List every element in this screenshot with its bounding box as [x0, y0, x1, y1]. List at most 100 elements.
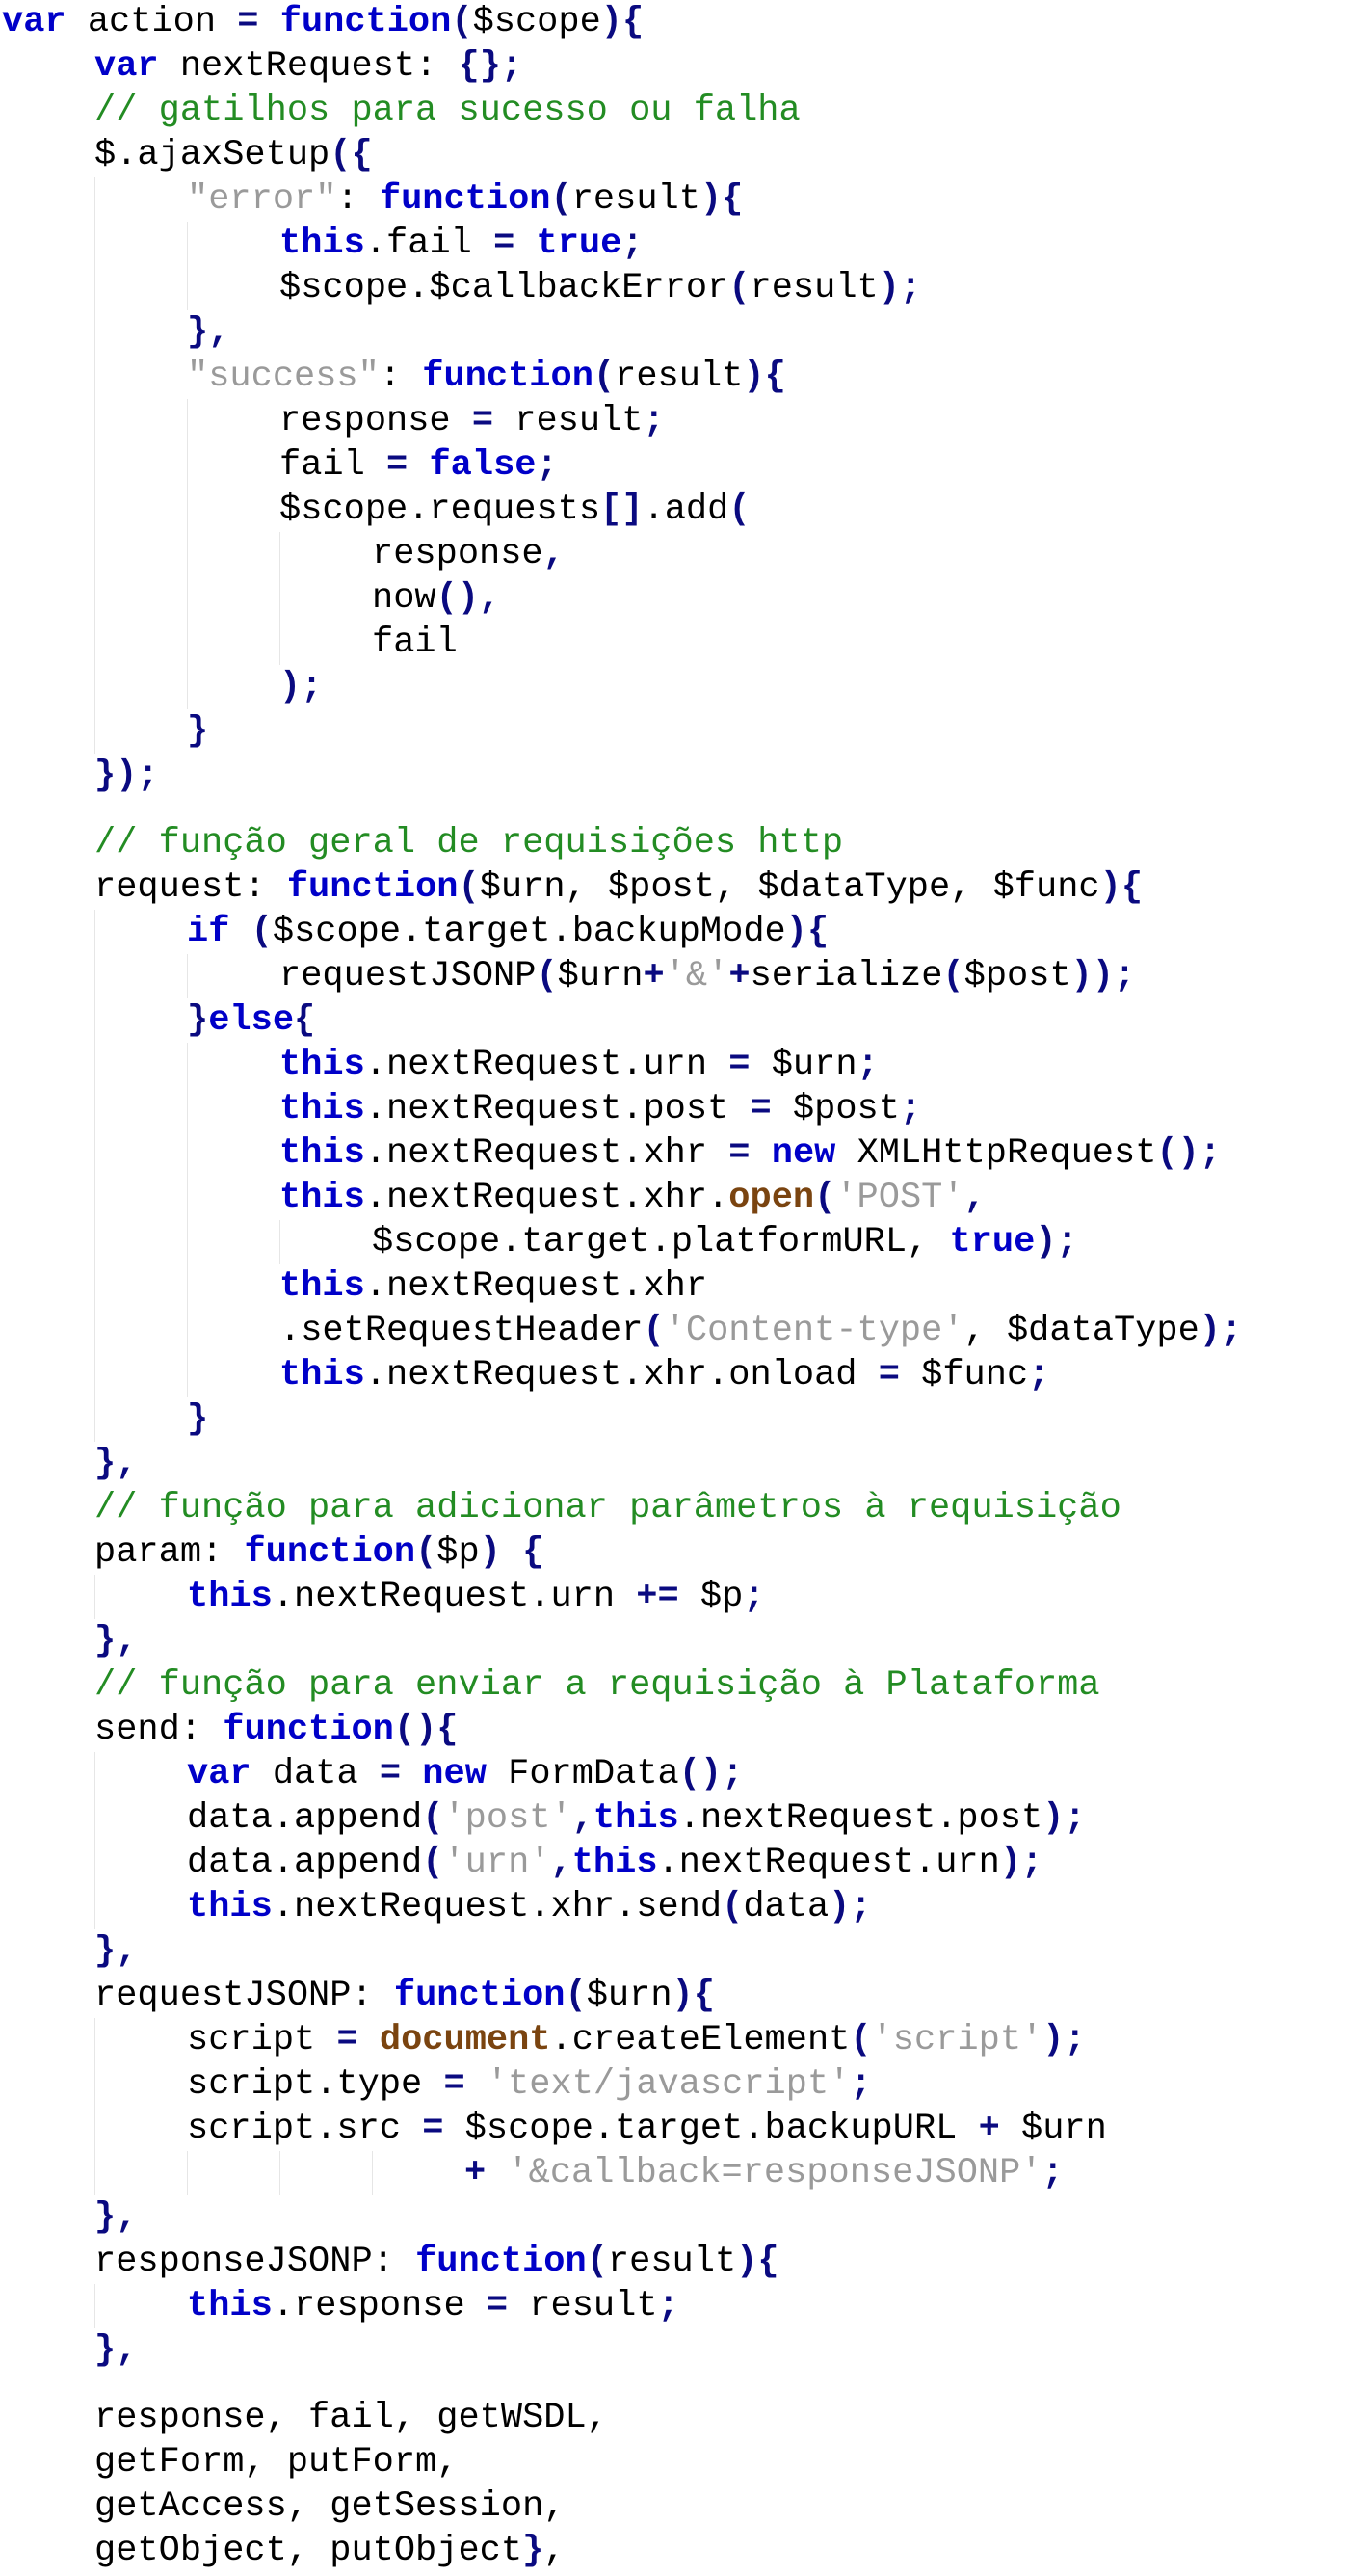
identifier-token: .nextRequest.urn — [364, 1045, 729, 1085]
indent-guide — [94, 665, 187, 709]
punctuation-token: ) — [672, 1976, 694, 2016]
code-line: // função para adicionar parâmetros à re… — [2, 1486, 1242, 1530]
punctuation-token: { — [693, 1976, 715, 2016]
punctuation-token: ; — [1199, 1133, 1222, 1174]
punctuation-token: + — [464, 2153, 487, 2193]
punctuation-token: = — [486, 2286, 509, 2326]
punctuation-token: () — [1156, 1133, 1200, 1174]
indent-guide — [187, 621, 279, 665]
string-token: 'text/javascript' — [486, 2064, 851, 2105]
punctuation-token: } — [522, 2531, 544, 2571]
identifier-token — [751, 1133, 772, 1174]
indent-guide — [94, 399, 187, 443]
code-line: $scope.target.platformURL, true); — [2, 1220, 1242, 1264]
punctuation-token: ; — [850, 2064, 872, 2105]
indent-guide — [2, 1043, 94, 1087]
punctuation-token: ) — [479, 1532, 501, 1573]
indent-guide — [2, 488, 94, 532]
keyword-token: this — [279, 224, 365, 264]
punctuation-token: () — [393, 1710, 437, 1750]
punctuation-token: {} — [458, 46, 501, 87]
punctuation-token: } — [187, 711, 209, 752]
string-token: 'urn' — [443, 1843, 551, 1883]
identifier-token: send: — [94, 1710, 224, 1750]
code-line: this.nextRequest.xhr — [2, 1264, 1242, 1309]
code-line: this.nextRequest.urn = $urn; — [2, 1043, 1242, 1087]
string-token: "error" — [187, 179, 337, 220]
punctuation-token: ; — [1028, 1355, 1050, 1395]
indent-guide — [2, 1929, 94, 1974]
indent-guide — [94, 355, 187, 399]
punctuation-token: ; — [1064, 1798, 1086, 1839]
punctuation-token: = — [237, 2, 259, 42]
comment-token: // gatilhos para sucesso ou falha — [94, 91, 801, 131]
indent-guide — [94, 1220, 187, 1264]
indent-guide — [2, 954, 94, 998]
string-token: 'POST' — [835, 1178, 964, 1218]
identifier-token: $scope.requests — [279, 490, 601, 530]
indent-guide — [94, 576, 187, 621]
punctuation-token: , — [542, 534, 565, 574]
punctuation-token: , — [479, 578, 501, 619]
indent-guide — [94, 1752, 187, 1796]
punctuation-token: = — [493, 224, 515, 264]
punctuation-token: ; — [1064, 2020, 1086, 2060]
identifier-token: now — [372, 578, 436, 619]
indent-guide — [94, 2151, 187, 2195]
identifier-token: : — [336, 179, 380, 220]
punctuation-token: ( — [536, 956, 558, 996]
punctuation-token: ) — [878, 268, 900, 308]
identifier-token: result — [571, 179, 700, 220]
identifier-token: $func — [899, 1355, 1029, 1395]
string-token: 'script' — [871, 2020, 1043, 2060]
punctuation-token: ; — [899, 1089, 922, 1129]
indent-guide — [94, 222, 187, 266]
identifier-token — [486, 2153, 507, 2193]
identifier-token: $scope.target.platformURL, — [372, 1222, 950, 1262]
punctuation-token: ( — [728, 268, 751, 308]
indent-guide — [187, 488, 279, 532]
indent-guide — [2, 177, 94, 222]
indent-guide — [187, 1220, 279, 1264]
code-line: if ($scope.target.backupMode){ — [2, 910, 1242, 954]
punctuation-token: ) — [999, 1843, 1022, 1883]
identifier-token: param: — [94, 1532, 245, 1573]
keyword-token: this — [279, 1045, 365, 1085]
code-line: data.append('urn',this.nextRequest.urn); — [2, 1841, 1242, 1885]
identifier-token: data.append — [187, 1798, 423, 1839]
punctuation-token: ) — [785, 912, 807, 952]
punctuation-token: ; — [536, 445, 558, 486]
punctuation-token: ; — [899, 268, 922, 308]
indent-guide — [2, 910, 94, 954]
indent-guide — [2, 576, 94, 621]
identifier-token: $post — [963, 956, 1071, 996]
indent-guide — [187, 1264, 279, 1309]
punctuation-token: { — [522, 1532, 544, 1573]
identifier-token: result — [615, 357, 744, 397]
code-line: requestJSONP($urn+'&'+serialize($post)); — [2, 954, 1242, 998]
keyword-token: false — [429, 445, 537, 486]
punctuation-token: { — [764, 357, 786, 397]
indent-guide — [94, 177, 187, 222]
identifier-token: $urn — [999, 2109, 1107, 2149]
indent-guide — [94, 1575, 187, 1619]
punctuation-token: ) — [829, 1887, 851, 1927]
punctuation-token: = — [728, 1133, 751, 1174]
indent-guide — [94, 910, 187, 954]
indent-guide — [94, 2018, 187, 2062]
indent-guide — [372, 2151, 464, 2195]
punctuation-token: = — [443, 2064, 465, 2105]
punctuation-token: ; — [301, 667, 323, 707]
indent-guide — [2, 1885, 94, 1929]
identifier-token: , — [543, 2531, 566, 2571]
code-line: getObject, putObject}, — [2, 2529, 1242, 2573]
code-line: data.append('post',this.nextRequest.post… — [2, 1796, 1242, 1841]
indent-guide — [94, 488, 187, 532]
indent-guide — [2, 1176, 94, 1220]
punctuation-token: { — [622, 2, 645, 42]
keyword-token: this — [279, 1266, 365, 1307]
identifier-token: data — [743, 1887, 830, 1927]
identifier-token: .nextRequest.xhr — [364, 1266, 708, 1307]
identifier-token: .setRequestHeader — [279, 1311, 644, 1351]
indent-guide — [2, 310, 94, 355]
